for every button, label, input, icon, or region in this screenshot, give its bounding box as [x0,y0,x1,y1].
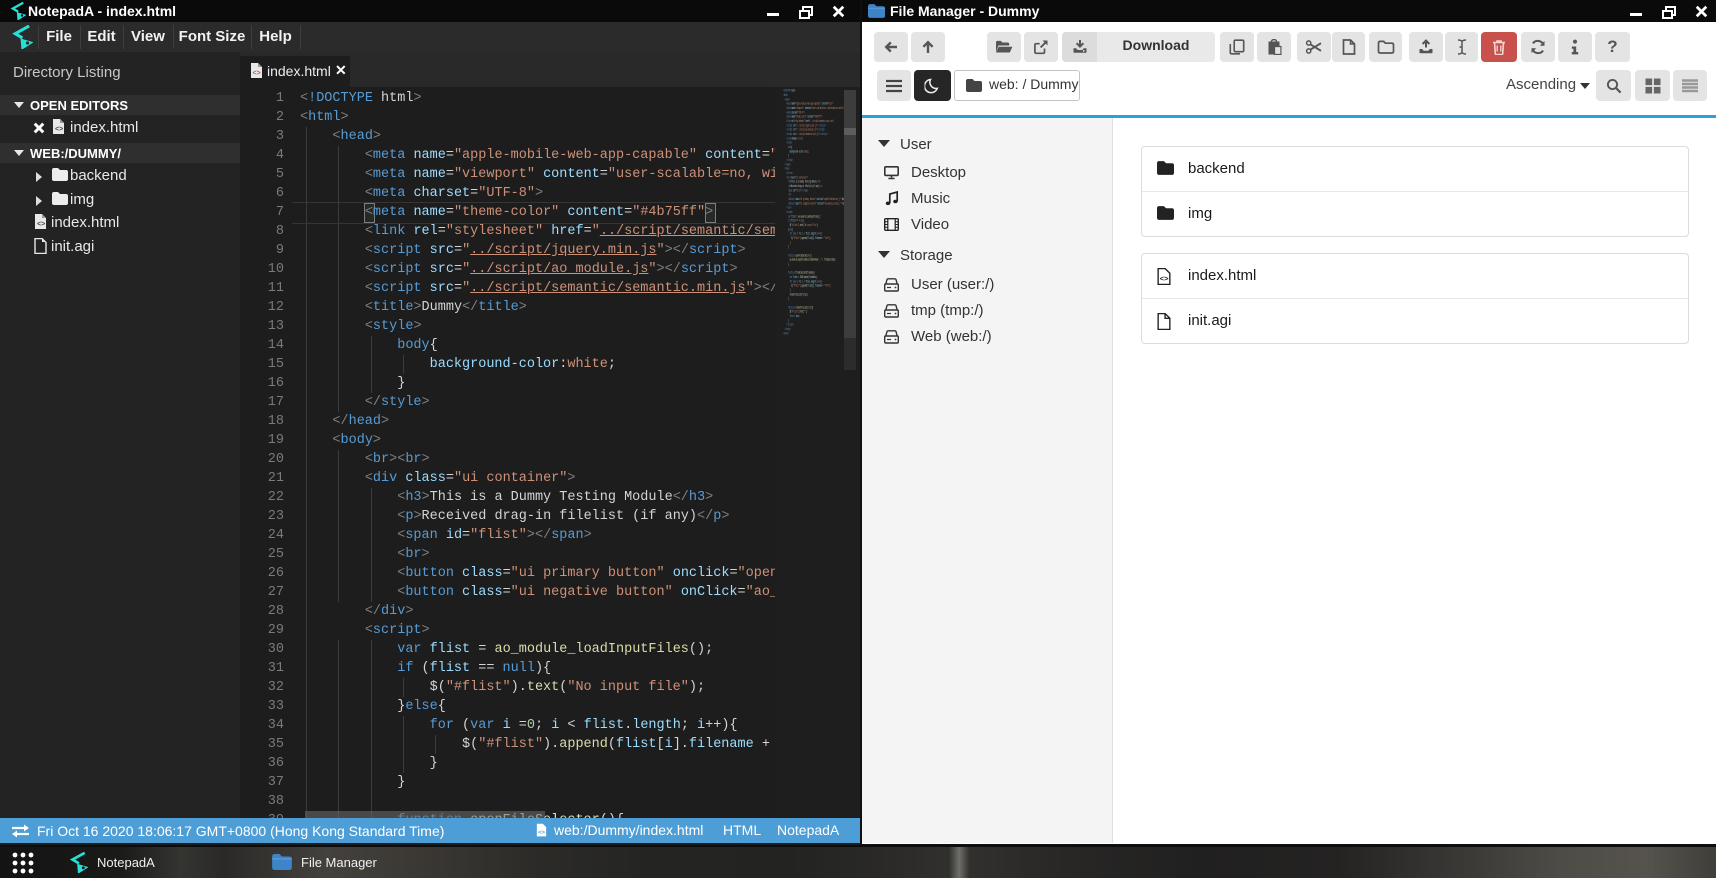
svg-text:<>: <> [37,221,45,228]
svg-text:<>: <> [538,830,545,836]
svg-text:<>: <> [1160,274,1169,283]
svg-text:<>: <> [55,126,63,133]
svg-text:<>: <> [253,70,261,77]
